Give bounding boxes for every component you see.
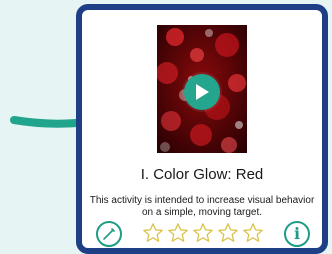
activity-title: I. Color Glow: Red (140, 166, 264, 183)
info-button[interactable]: i (284, 221, 310, 247)
star-1-icon[interactable] (142, 222, 164, 244)
star-4-icon[interactable] (217, 222, 239, 244)
edit-button[interactable] (96, 221, 122, 247)
rating-stars[interactable] (142, 222, 264, 244)
activity-card[interactable]: I. Color Glow: Red This activity is inte… (76, 4, 328, 254)
star-2-icon[interactable] (167, 222, 189, 244)
info-icon: i (293, 224, 301, 243)
play-icon (196, 84, 209, 100)
activity-description: This activity is intended to increase vi… (89, 195, 315, 218)
star-3-icon[interactable] (192, 222, 214, 244)
pencil-icon (103, 228, 115, 240)
play-button[interactable] (184, 74, 220, 110)
star-5-icon[interactable] (242, 222, 264, 244)
